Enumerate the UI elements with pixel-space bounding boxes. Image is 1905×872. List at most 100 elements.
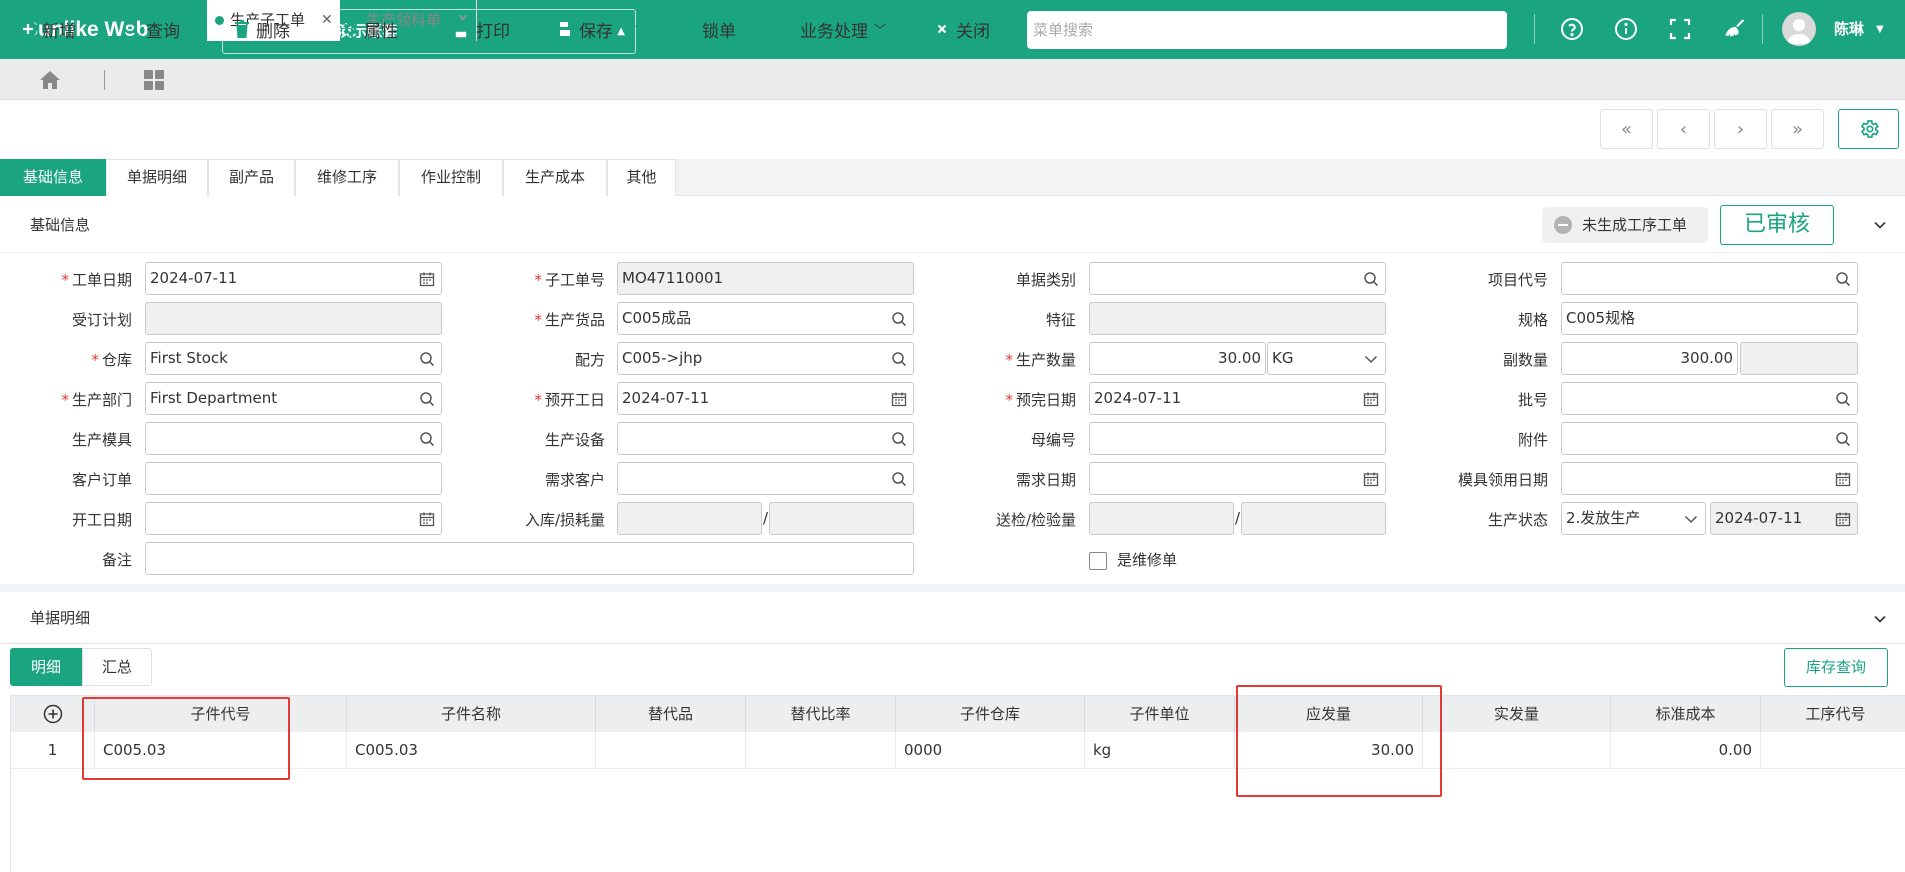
print-button[interactable]: 打印	[450, 12, 510, 46]
settings-button[interactable]	[1838, 109, 1899, 149]
tab-repair-process[interactable]: 维修工序	[295, 159, 399, 196]
attachment-field[interactable]	[1561, 422, 1858, 455]
mold-date-field[interactable]	[1561, 462, 1858, 495]
new-button[interactable]: 新增	[18, 12, 76, 46]
chevron-down-icon[interactable]: ﹀	[627, 21, 639, 38]
plus-circle-icon	[43, 704, 62, 724]
last-record-button[interactable]: »	[1771, 109, 1824, 149]
tab-production-cost[interactable]: 生产成本	[503, 159, 607, 196]
label-project-code: 项目代号	[1487, 271, 1548, 289]
gear-icon	[1860, 120, 1879, 138]
column-header[interactable]: 实发量	[1423, 696, 1611, 732]
save-button[interactable]: 保存 ﹀	[555, 12, 639, 46]
query-button[interactable]: 查询	[122, 12, 180, 46]
column-header[interactable]: 替代品	[596, 696, 746, 732]
user-avatar[interactable]	[1782, 12, 1816, 46]
demand-date-field[interactable]	[1089, 462, 1386, 495]
delete-button[interactable]: 删除	[232, 12, 290, 46]
search-icon	[892, 472, 907, 487]
mold-field[interactable]	[145, 422, 442, 455]
section-title: 单据明细	[30, 609, 91, 627]
tab-by-products[interactable]: 副产品	[208, 159, 295, 196]
stock-query-button[interactable]: 库存查询	[1784, 648, 1888, 687]
spec-field[interactable]: C005规格	[1561, 302, 1858, 335]
grid-cell-substitute[interactable]	[596, 732, 746, 769]
column-header[interactable]: 子件单位	[1085, 696, 1235, 732]
tab-other[interactable]: 其他	[607, 159, 676, 196]
project-code-field[interactable]	[1561, 262, 1858, 295]
plan-end-field[interactable]: 2024-07-11	[1089, 382, 1386, 415]
highlight-box	[1236, 685, 1442, 797]
search-icon	[892, 432, 907, 447]
chevron-down-icon	[1684, 515, 1698, 524]
menu-search-input[interactable]	[1027, 11, 1507, 49]
label-repair-order: 是维修单	[1117, 551, 1178, 569]
info-icon[interactable]	[1610, 13, 1642, 45]
slash-separator: /	[763, 509, 769, 527]
collapse-chevron-icon[interactable]	[1873, 218, 1887, 236]
formula-field[interactable]: C005->jhp	[617, 342, 914, 375]
first-record-button[interactable]: «	[1600, 109, 1653, 149]
grid-cell-unit[interactable]: kg	[1085, 732, 1235, 769]
dept-field[interactable]: First Department	[145, 382, 442, 415]
warehouse-field[interactable]: First Stock	[145, 342, 442, 375]
grid-cell-std-cost[interactable]: 0.00	[1611, 732, 1761, 769]
close-button[interactable]: 关闭	[932, 12, 990, 46]
tab-summary[interactable]: 汇总	[82, 648, 152, 686]
caret-down-icon[interactable]: ▼	[1876, 0, 1884, 59]
collapse-chevron-icon[interactable]	[1873, 612, 1887, 630]
product-field[interactable]: C005成品	[617, 302, 914, 335]
column-header[interactable]: 标准成本	[1611, 696, 1761, 732]
tab-detail[interactable]: 明细	[10, 648, 82, 686]
grid-cell-warehouse[interactable]: 0000	[896, 732, 1085, 769]
printer-icon	[451, 20, 471, 39]
sub-order-no-field: MO47110001	[617, 262, 914, 295]
section-title: 基础信息	[30, 216, 91, 234]
work-date-field[interactable]: 2024-07-11	[145, 262, 442, 295]
parent-no-field[interactable]	[1089, 422, 1386, 455]
qty-field[interactable]: 30.00	[1089, 342, 1266, 375]
home-icon[interactable]	[38, 68, 62, 92]
start-date-field[interactable]	[145, 502, 442, 535]
label-attachment: 附件	[1517, 431, 1548, 449]
batch-field[interactable]	[1561, 382, 1858, 415]
demand-customer-field[interactable]	[617, 462, 914, 495]
user-name[interactable]: 陈琳	[1834, 0, 1864, 59]
prev-record-button[interactable]: ‹	[1657, 109, 1710, 149]
label-send-inspect-qty: 送检/检验量	[995, 511, 1076, 529]
grid-apps-icon[interactable]	[143, 69, 165, 91]
repair-order-checkbox[interactable]	[1089, 552, 1107, 570]
sub-qty-field[interactable]: 300.00	[1561, 342, 1738, 375]
plan-start-field[interactable]: 2024-07-11	[617, 382, 914, 415]
column-header[interactable]: 子件仓库	[896, 696, 1085, 732]
grid-cell-process[interactable]	[1761, 732, 1905, 769]
fullscreen-icon[interactable]	[1664, 13, 1696, 45]
business-process-button[interactable]: 业务处理 ﹀	[778, 12, 886, 46]
doc-type-field[interactable]	[1089, 262, 1386, 295]
grid-cell-name[interactable]: C005.03	[347, 732, 596, 769]
remark-field[interactable]	[145, 542, 914, 575]
column-header[interactable]: 替代比率	[746, 696, 896, 732]
help-icon[interactable]	[1556, 13, 1588, 45]
grid-cell-actual-qty[interactable]	[1423, 732, 1611, 769]
next-record-button[interactable]: ›	[1714, 109, 1767, 149]
unit-select[interactable]: KG	[1267, 342, 1386, 375]
print-label: 打印	[476, 21, 510, 42]
prod-status-select[interactable]: 2.发放生产	[1561, 502, 1706, 535]
calendar-icon	[1363, 472, 1379, 487]
label-equipment: 生产设备	[544, 431, 605, 449]
column-header[interactable]: 子件名称	[347, 696, 596, 732]
tab-doc-details[interactable]: 单据明细	[106, 159, 208, 196]
customer-order-field[interactable]	[145, 462, 442, 495]
search-icon	[892, 312, 907, 327]
close-icon[interactable]: ✕	[321, 0, 333, 41]
tab-basic-info[interactable]: 基础信息	[0, 159, 106, 196]
equipment-field[interactable]	[617, 422, 914, 455]
column-header[interactable]: 工序代号	[1761, 696, 1905, 732]
clear-cache-broom-icon[interactable]	[1718, 13, 1750, 45]
tab-operation-control[interactable]: 作业控制	[399, 159, 503, 196]
lock-order-button[interactable]: 锁单	[680, 12, 736, 46]
properties-button[interactable]: 属性	[340, 12, 398, 46]
calendar-icon	[1835, 512, 1851, 527]
grid-cell-ratio[interactable]	[746, 732, 896, 769]
